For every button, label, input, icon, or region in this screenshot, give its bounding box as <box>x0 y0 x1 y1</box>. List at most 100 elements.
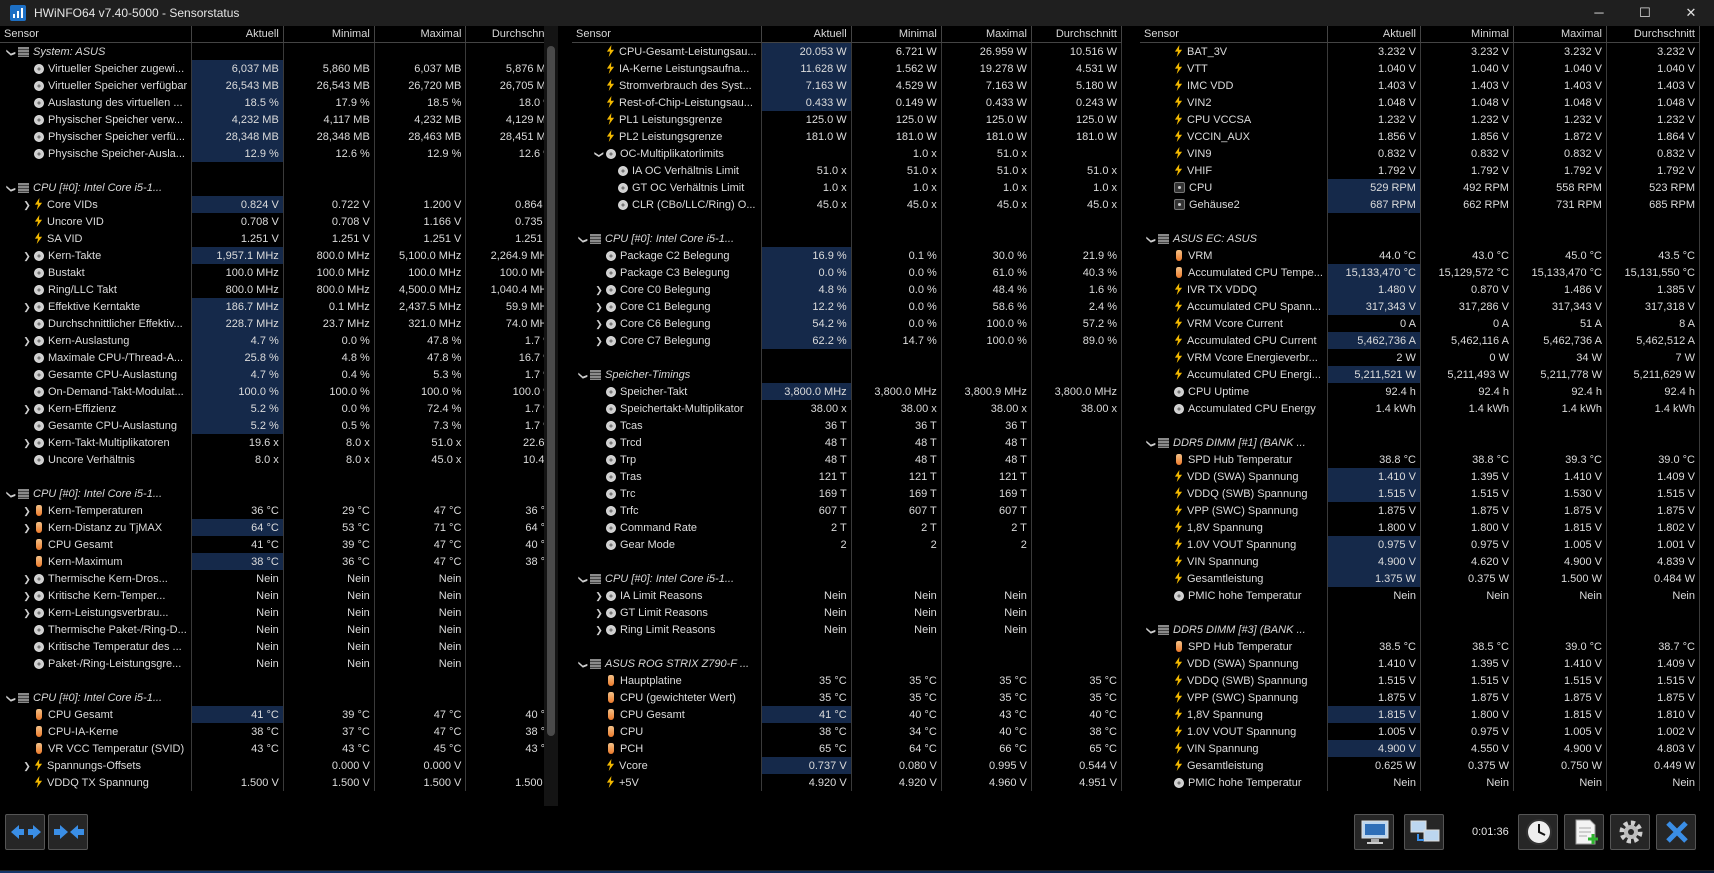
sensor-row[interactable]: Trc 169 T 169 T 169 T <box>572 485 1122 502</box>
sensor-row[interactable]: ❯ Core C0 Belegung 4.8 % 0.0 % 48.4 % 1.6 % <box>572 281 1122 298</box>
sensor-row[interactable]: Accumulated CPU Energy 1.4 kWh 1.4 kWh 1.4 … <box>1140 400 1700 417</box>
expander-chevron-icon[interactable]: ❯ <box>6 489 17 499</box>
sensor-group-row[interactable]: ❯ CPU [#0]: Intel Core i5-1... <box>0 485 558 502</box>
sensor-row[interactable]: IA-Kerne Leistungsaufna... 11.628 W 1.562 … <box>572 60 1122 77</box>
sensor-row[interactable]: Trfc 607 T 607 T 607 T <box>572 502 1122 519</box>
sensor-row[interactable]: VIN Spannung 4.900 V 4.620 V 4.900 V 4.839 V <box>1140 553 1700 570</box>
sensor-row[interactable]: VRM Vcore Energieverbr... 2 W0 W 34 W7 W <box>1140 349 1700 366</box>
sensor-row[interactable]: CPU 38 °C 34 °C 40 °C 38 °C <box>572 723 1122 740</box>
sensor-row[interactable]: ❯ OC-Multiplikatorlimits 1.0 x 51.0 x <box>572 145 1122 162</box>
sensor-row[interactable]: VIN Spannung 4.900 V 4.550 V 4.900 V 4.803 V <box>1140 740 1700 757</box>
sensor-group-row[interactable]: ❯ CPU [#0]: Intel Core i5-1... <box>572 230 1122 247</box>
sensor-row[interactable]: VIN9 0.832 V 0.832 V 0.832 V 0.832 V <box>1140 145 1700 162</box>
maximize-button[interactable]: ☐ <box>1622 0 1668 26</box>
sensor-row[interactable]: ❯ Kritische Kern-Temper... Nein Nein Nein <box>0 587 558 604</box>
expander-chevron-icon[interactable]: ❯ <box>22 251 32 262</box>
expander-chevron-icon[interactable]: ❯ <box>1146 625 1157 635</box>
sensor-row[interactable]: CPU Uptime 92.4 h 92.4 h 92.4 h 92.4 h <box>1140 383 1700 400</box>
expander-chevron-icon[interactable]: ❯ <box>22 336 32 347</box>
sensor-row[interactable]: Rest-of-Chip-Leistungsau... 0.433 W 0.149 … <box>572 94 1122 111</box>
sensor-row[interactable]: Speichertakt-Multiplikator 38.00 x 38.00 x… <box>572 400 1122 417</box>
sensor-row[interactable]: SPD Hub Temperatur 38.5 °C 38.5 °C 39.0 °C 3… <box>1140 638 1700 655</box>
sensor-row[interactable]: ❯ Core C6 Belegung 54.2 % 0.0 % 100.0 % 57.2 … <box>572 315 1122 332</box>
expander-chevron-icon[interactable]: ❯ <box>578 659 589 669</box>
sensor-group-row[interactable]: ❯ CPU [#0]: Intel Core i5-1... <box>572 570 1122 587</box>
sensor-group-row[interactable]: ❯ ASUS EC: ASUS <box>1140 230 1700 247</box>
sensor-row[interactable]: IA OC Verhältnis Limit 51.0 x 51.0 x 51.0 x… <box>572 162 1122 179</box>
sensor-row[interactable]: 1.0V VOUT Spannung 1.005 V 0.975 V 1.005 V1… <box>1140 723 1700 740</box>
sensor-group-row[interactable]: ❯ Speicher-Timings <box>572 366 1122 383</box>
expander-chevron-icon[interactable]: ❯ <box>594 336 604 347</box>
col-current[interactable]: Aktuell <box>191 26 284 43</box>
sensor-row[interactable]: Uncore Verhältnis 8.0 x 8.0 x 45.0 x 10.4 x <box>0 451 558 468</box>
sensor-row[interactable]: ❯ Core C7 Belegung 62.2 % 14.7 % 100.0 % 89.0… <box>572 332 1122 349</box>
sensor-row[interactable]: Package C3 Belegung 0.0 % 0.0 % 61.0 % 40.3 … <box>572 264 1122 281</box>
sensor-group-row[interactable]: ❯ CPU [#0]: Intel Core i5-1... <box>0 689 558 706</box>
expander-chevron-icon[interactable]: ❯ <box>594 591 604 602</box>
sensor-row[interactable]: Command Rate 2 T2 T2 T <box>572 519 1122 536</box>
sensor-row[interactable]: IVR TX VDDQ 1.480 V 0.870 V 1.486 V 1.385 V <box>1140 281 1700 298</box>
sensor-row[interactable]: Physischer Speicher verfü... 28,348 MB 28,… <box>0 128 558 145</box>
expander-chevron-icon[interactable]: ❯ <box>594 285 604 296</box>
sensor-group-row[interactable]: ❯ DDR5 DIMM [#1] (BANK ... <box>1140 434 1700 451</box>
sensor-row[interactable]: Bustakt 100.0 MHz 100.0 MHz 100.0 MHz 100.0 … <box>0 264 558 281</box>
sensor-group-row[interactable]: ❯ ASUS ROG STRIX Z790-F ... <box>572 655 1122 672</box>
sensor-row[interactable]: Speicher-Takt 3,800.0 MHz 3,800.0 MHz 3,800… <box>572 383 1122 400</box>
sensor-row[interactable]: SA VID 1.251 V 1.251 V 1.251 V 1.251 V <box>0 230 558 247</box>
sensor-row[interactable]: ❯ Ring Limit Reasons Nein Nein Nein <box>572 621 1122 638</box>
sensor-row[interactable]: Gehäuse2 687 RPM 662 RPM 731 RPM 685 RPM <box>1140 196 1700 213</box>
expander-chevron-icon[interactable]: ❯ <box>594 302 604 313</box>
col-avg[interactable]: Durchschnitt <box>1031 26 1122 43</box>
sensor-row[interactable]: ❯ Kern-Distanz zu TjMAX 64 °C 53 °C 71 °C 64 … <box>0 519 558 536</box>
sensor-row[interactable]: ❯ IA Limit Reasons Nein Nein Nein <box>572 587 1122 604</box>
expander-chevron-icon[interactable]: ❯ <box>1146 234 1157 244</box>
sensor-row[interactable]: On-Demand-Takt-Modulat... 100.0 % 100.0 % 1… <box>0 383 558 400</box>
sensor-row[interactable]: GT OC Verhältnis Limit 1.0 x 1.0 x 1.0 x 1.0… <box>572 179 1122 196</box>
sensor-row[interactable]: Gesamte CPU-Auslastung 5.2 % 0.5 % 7.3 % 1.7… <box>0 417 558 434</box>
sensor-row[interactable]: Accumulated CPU Tempe... 15,133,470 °C 15,… <box>1140 264 1700 281</box>
expander-chevron-icon[interactable]: ❯ <box>578 234 589 244</box>
sensor-row[interactable]: VRM Vcore Current 0 A0 A 51 A8 A <box>1140 315 1700 332</box>
expander-chevron-icon[interactable]: ❯ <box>22 523 32 534</box>
sensor-pane-1[interactable]: Sensor Aktuell Minimal Maximal Durchschn… <box>0 26 558 806</box>
expander-chevron-icon[interactable]: ❯ <box>22 404 32 415</box>
sensor-row[interactable]: Stromverbrauch des Syst... 7.163 W 4.529 W… <box>572 77 1122 94</box>
settings-button[interactable] <box>1610 814 1650 850</box>
sensor-row[interactable]: ❯ Kern-Effizienz 5.2 % 0.0 % 72.4 % 1.7 % <box>0 400 558 417</box>
sensor-row[interactable]: Vcore 0.737 V 0.080 V 0.995 V 0.544 V <box>572 757 1122 774</box>
sensor-row[interactable]: Paket-/Ring-Leistungsgre... Nein Nein Nein <box>0 655 558 672</box>
sensor-row[interactable]: VCCIN_AUX 1.856 V 1.856 V 1.872 V 1.864 V <box>1140 128 1700 145</box>
col-min[interactable]: Minimal <box>851 26 942 43</box>
sensor-row[interactable]: Gesamtleistung 0.625 W 0.375 W 0.750 W 0.449… <box>1140 757 1700 774</box>
sensor-row[interactable]: Ring/LLC Takt 800.0 MHz 800.0 MHz 4,500.0 M… <box>0 281 558 298</box>
sensor-row[interactable]: CPU VCCSA 1.232 V 1.232 V 1.232 V 1.232 V <box>1140 111 1700 128</box>
sensor-row[interactable]: Kritische Temperatur des ... Nein Nein Nein <box>0 638 558 655</box>
sensor-row[interactable]: ❯ Core VIDs 0.824 V 0.722 V 1.200 V 0.864 V <box>0 196 558 213</box>
col-current[interactable]: Aktuell <box>1327 26 1421 43</box>
sensor-row[interactable]: ❯ Kern-Takte 1,957.1 MHz 800.0 MHz 5,100.0 M… <box>0 247 558 264</box>
collapse-expand-button[interactable] <box>5 814 45 850</box>
sensor-row[interactable]: BAT_3V 3.232 V 3.232 V 3.232 V 3.232 V <box>1140 42 1700 60</box>
sensor-row[interactable]: +5V 4.920 V 4.920 V 4.960 V 4.951 V <box>572 774 1122 791</box>
sensor-row[interactable]: Thermische Paket-/Ring-D... Nein Nein Nein <box>0 621 558 638</box>
col-max[interactable]: Maximal <box>374 26 467 43</box>
col-sensor[interactable]: Sensor <box>0 26 193 43</box>
sensor-row[interactable]: CPU Gesamt 41 °C 39 °C 47 °C 40 °C <box>0 536 558 553</box>
sensor-row[interactable]: Accumulated CPU Energi... 5,211,521 W 5,21… <box>1140 366 1700 383</box>
expander-chevron-icon[interactable]: ❯ <box>578 370 589 380</box>
sensor-row[interactable]: VDDQ TX Spannung 1.500 V 1.500 V 1.500 V 1.5… <box>0 774 558 791</box>
sensor-row[interactable]: PCH 65 °C 64 °C 66 °C 65 °C <box>572 740 1122 757</box>
col-max[interactable]: Maximal <box>941 26 1032 43</box>
logging-button[interactable] <box>1564 814 1604 850</box>
minimize-button[interactable]: ─ <box>1576 0 1622 26</box>
sensor-row[interactable]: Physische Speicher-Ausla... 12.9 % 12.6 % 1… <box>0 145 558 162</box>
sensor-row[interactable]: PMIC hohe Temperatur Nein Nein Nein Nein <box>1140 587 1700 604</box>
sensor-row[interactable]: SPD Hub Temperatur 38.8 °C 38.8 °C 39.3 °C 3… <box>1140 451 1700 468</box>
expander-chevron-icon[interactable]: ❯ <box>22 302 32 313</box>
col-sensor[interactable]: Sensor <box>1140 26 1328 43</box>
expander-chevron-icon[interactable]: ❯ <box>578 574 589 584</box>
col-current[interactable]: Aktuell <box>761 26 852 43</box>
sensor-row[interactable]: Gesamte CPU-Auslastung 4.7 % 0.4 % 5.3 % 1.7… <box>0 366 558 383</box>
sensor-row[interactable]: Gesamtleistung 1.375 W 0.375 W 1.500 W 0.484… <box>1140 570 1700 587</box>
sensor-row[interactable]: Durchschnittlicher Effektiv... 228.7 MHz 2… <box>0 315 558 332</box>
